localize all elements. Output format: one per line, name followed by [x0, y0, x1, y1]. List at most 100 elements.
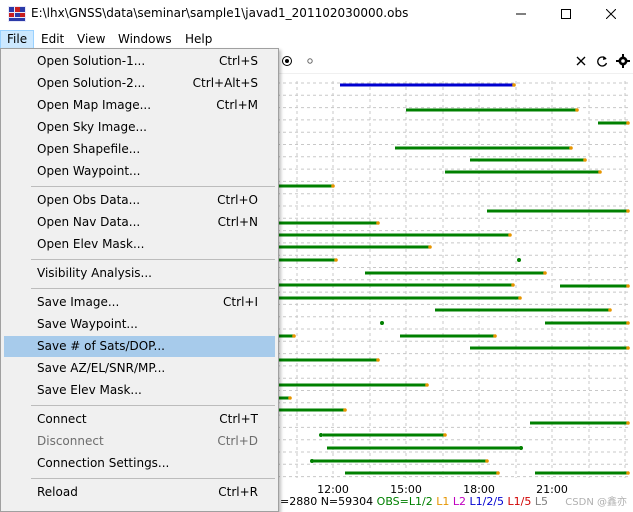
l1-slip-marker — [508, 233, 512, 237]
menu-item-label: Open Elev Mask... — [37, 237, 145, 251]
observation-point — [519, 446, 523, 450]
l1-slip-marker — [626, 121, 630, 125]
menu-help[interactable]: Help — [179, 30, 218, 49]
target-icon[interactable] — [279, 53, 295, 69]
menu-open-waypoint[interactable]: Open Waypoint... — [4, 161, 275, 182]
menu-open-sky-image[interactable]: Open Sky Image... — [4, 117, 275, 138]
menu-save-elev-mask[interactable]: Save Elev Mask... — [4, 380, 275, 401]
observation-point — [380, 321, 384, 325]
maximize-button[interactable] — [543, 0, 588, 28]
l1-slip-marker — [626, 209, 630, 213]
maximize-icon — [560, 9, 571, 19]
menu-item-label: Open Map Image... — [37, 98, 152, 112]
menu-item-label: Open Waypoint... — [37, 164, 141, 178]
l1-slip-marker — [343, 408, 347, 412]
menu-item-label: Open Sky Image... — [37, 120, 147, 134]
menu-item-label: Open Solution-2... — [37, 76, 146, 90]
l1-slip-marker — [626, 346, 630, 350]
menu-open-nav-data[interactable]: Open Nav Data... Ctrl+N — [4, 212, 275, 233]
minimize-icon — [515, 13, 526, 15]
menu-item-label: Save Waypoint... — [37, 317, 138, 331]
menu-item-label: Save # of Sats/DOP... — [37, 339, 165, 353]
status-l1: L1 — [436, 495, 450, 508]
menu-item-shortcut: Ctrl+R — [218, 485, 258, 499]
close-button[interactable] — [588, 0, 633, 28]
menu-item-shortcut: Ctrl+O — [217, 193, 258, 207]
menu-save-waypoint[interactable]: Save Waypoint... — [4, 314, 275, 335]
menu-open-shapefile[interactable]: Open Shapefile... — [4, 139, 275, 160]
l1-slip-marker — [425, 383, 429, 387]
menu-item-shortcut: Ctrl+T — [219, 412, 258, 426]
menu-item-shortcut: Ctrl+M — [216, 98, 258, 112]
menu-save-az-el-snr-mp[interactable]: Save AZ/EL/SNR/MP... — [4, 358, 275, 379]
status-obs: OBS=L1/2 — [376, 495, 433, 508]
close-icon — [605, 9, 616, 19]
menu-file[interactable]: File — [0, 30, 35, 49]
menu-open-obs-data[interactable]: Open Obs Data... Ctrl+O — [4, 190, 275, 211]
menu-view[interactable]: View — [71, 30, 111, 49]
menu-connection-settings[interactable]: Connection Settings... — [4, 453, 275, 474]
l1-slip-marker — [543, 271, 547, 275]
menu-windows[interactable]: Windows — [112, 30, 178, 49]
l1-slip-marker — [443, 433, 447, 437]
l1-slip-marker — [376, 358, 380, 362]
observation-point — [319, 433, 323, 437]
menu-item-shortcut: Ctrl+S — [218, 54, 258, 68]
l1-slip-marker — [485, 459, 489, 463]
settings-gear-icon[interactable] — [615, 53, 631, 69]
menu-bar: File Edit View Windows Help — [0, 28, 633, 49]
l1-slip-marker — [569, 146, 573, 150]
l1-slip-marker — [626, 471, 630, 475]
app-icon[interactable] — [8, 6, 26, 22]
menu-separator — [31, 259, 275, 260]
menu-item-shortcut: Ctrl+N — [217, 215, 258, 229]
menu-open-elev-mask[interactable]: Open Elev Mask... — [4, 234, 275, 255]
l1-slip-marker — [575, 108, 579, 112]
l1-slip-marker — [626, 284, 630, 288]
status-l15: L1/5 — [507, 495, 532, 508]
menu-connect[interactable]: Connect Ctrl+T — [4, 409, 275, 430]
menu-open-solution-2[interactable]: Open Solution-2... Ctrl+Alt+S — [4, 73, 275, 94]
menu-separator — [31, 288, 275, 289]
menu-edit[interactable]: Edit — [35, 30, 70, 49]
l1-slip-marker — [292, 334, 296, 338]
menu-item-label: Save Elev Mask... — [37, 383, 142, 397]
l1-slip-marker — [331, 184, 335, 188]
menu-item-shortcut: Ctrl+D — [217, 434, 258, 448]
menu-reload[interactable]: Reload Ctrl+R — [4, 482, 275, 503]
l1-slip-marker — [288, 396, 292, 400]
menu-item-label: Open Obs Data... — [37, 193, 141, 207]
status-bar: =2880 N=59304 OBS=L1/2 L1 L2 L1/2/5 L1/5… — [280, 495, 548, 508]
dot-icon[interactable] — [302, 53, 318, 69]
menu-open-map-image[interactable]: Open Map Image... Ctrl+M — [4, 95, 275, 116]
l1-slip-marker — [608, 308, 612, 312]
menu-separator — [31, 405, 275, 406]
l1-slip-marker — [626, 321, 630, 325]
l1-slip-marker — [428, 245, 432, 249]
refresh-icon[interactable] — [594, 53, 610, 69]
status-l2: L2 — [452, 495, 466, 508]
menu-item-label: Open Solution-1... — [37, 54, 146, 68]
window-title: E:\lhx\GNSS\data\seminar\sample1\javad1_… — [31, 6, 409, 20]
menu-open-solution-1[interactable]: Open Solution-1... Ctrl+S — [4, 51, 275, 72]
menu-item-shortcut: Ctrl+I — [223, 295, 258, 309]
menu-visibility-analysis[interactable]: Visibility Analysis... — [4, 263, 275, 284]
l1-slip-marker — [598, 170, 602, 174]
menu-save-sats-dop[interactable]: Save # of Sats/DOP... — [4, 336, 275, 357]
minimize-button[interactable] — [498, 0, 543, 28]
l1-slip-marker — [496, 471, 500, 475]
status-l5: L5 — [534, 495, 549, 508]
menu-disconnect[interactable]: Disconnect Ctrl+D — [4, 431, 275, 452]
close-icon[interactable] — [573, 53, 589, 69]
l1-slip-marker — [583, 158, 587, 162]
l1-slip-marker — [493, 334, 497, 338]
satellite-bars — [278, 83, 630, 475]
l1-slip-marker — [512, 83, 516, 87]
menu-item-label: Open Nav Data... — [37, 215, 141, 229]
menu-save-image[interactable]: Save Image... Ctrl+I — [4, 292, 275, 313]
menu-separator — [31, 478, 275, 479]
menu-item-label: Reload — [37, 485, 78, 499]
l1-slip-marker — [511, 283, 515, 287]
menu-item-label: Open Shapefile... — [37, 142, 141, 156]
menu-separator — [31, 186, 275, 187]
